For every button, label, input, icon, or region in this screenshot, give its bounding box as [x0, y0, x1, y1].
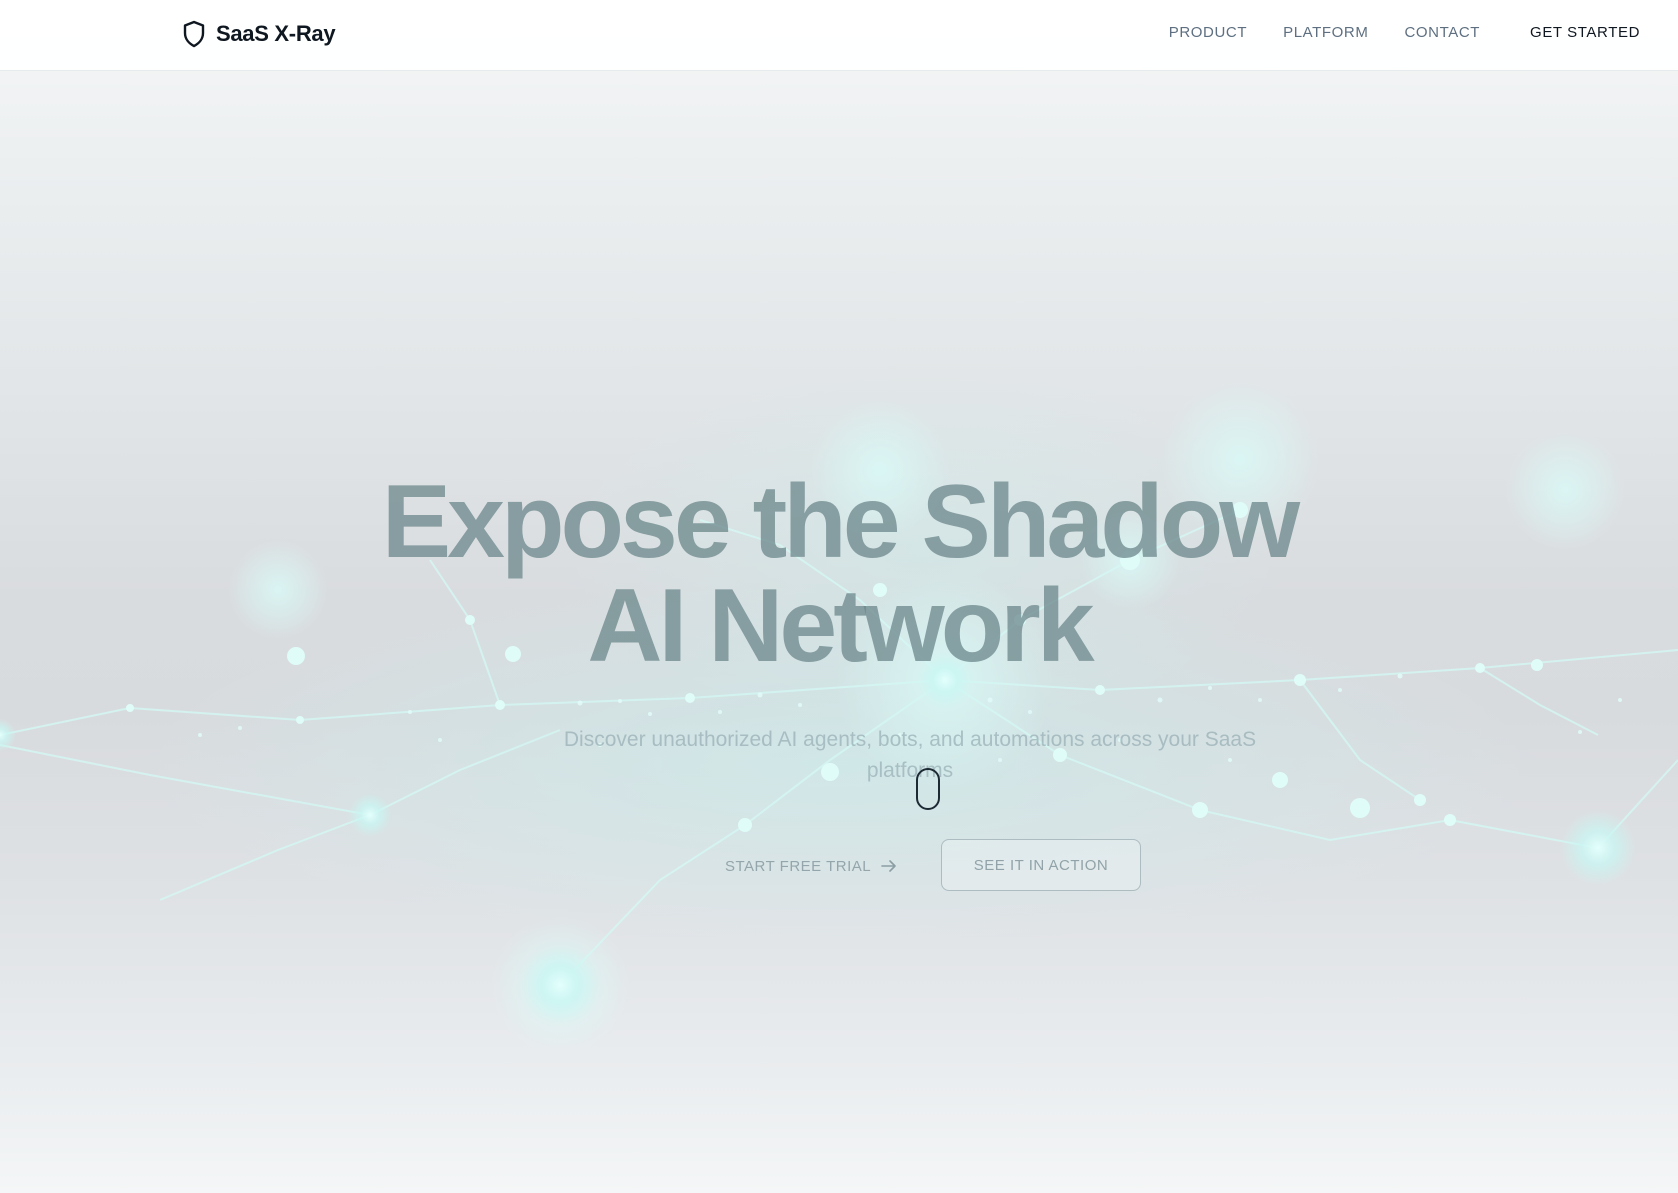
nav-link-contact[interactable]: CONTACT	[1404, 24, 1480, 41]
start-free-trial-button[interactable]: START FREE TRIAL	[725, 851, 897, 881]
hero-subtitle: Discover unauthorized AI agents, bots, a…	[560, 724, 1260, 786]
start-free-trial-label: START FREE TRIAL	[725, 857, 872, 875]
shield-icon	[183, 20, 205, 48]
nav-links: PRODUCT PLATFORM CONTACT GET STARTED	[1133, 24, 1640, 41]
nav-link-product[interactable]: PRODUCT	[1169, 24, 1247, 41]
hero-section: Expose the Shadow AI Network Discover un…	[0, 470, 1678, 782]
navbar: SaaS X-Ray PRODUCT PLATFORM CONTACT GET …	[0, 0, 1678, 71]
hero-subtitle-line-2: platforms	[866, 759, 954, 782]
hero-subtitle-line-1: Discover unauthorized AI agents, bots, a…	[563, 728, 1257, 751]
nav-link-platform[interactable]: PLATFORM	[1283, 24, 1368, 41]
scroll-indicator[interactable]	[916, 768, 940, 810]
see-it-in-action-label: SEE IT IN ACTION	[973, 856, 1109, 874]
arrow-right-icon	[881, 860, 896, 872]
brand-logo[interactable]: SaaS X-Ray	[182, 20, 336, 48]
hero-title: Expose the Shadow AI Network	[0, 470, 1678, 678]
hero-title-line-2: AI Network	[587, 568, 1094, 684]
hero-title-line-1: Expose the Shadow	[381, 464, 1300, 580]
brand-name: SaaS X-Ray	[216, 21, 336, 46]
get-started-link[interactable]: GET STARTED	[1530, 24, 1640, 41]
see-it-in-action-button[interactable]: SEE IT IN ACTION	[941, 839, 1141, 891]
